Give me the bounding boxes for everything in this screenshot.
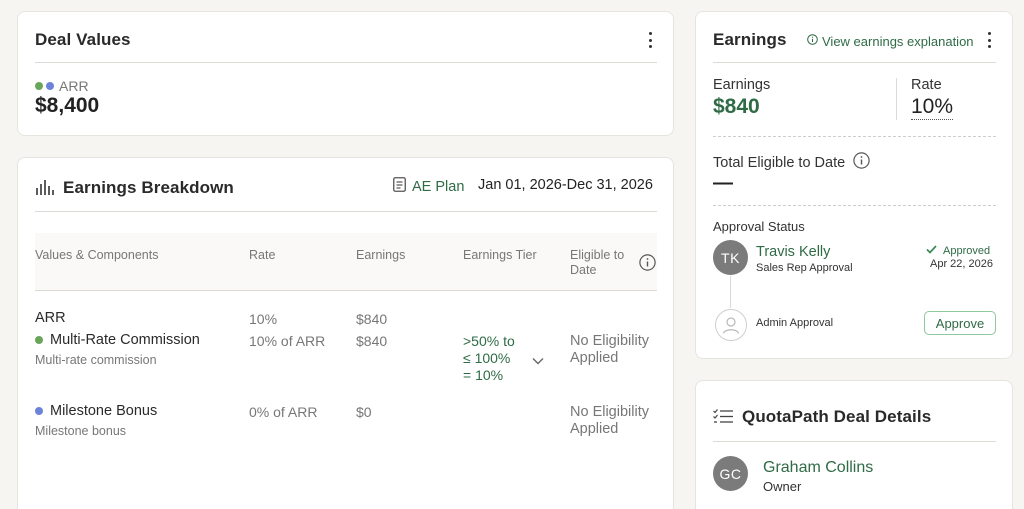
component-dot-green	[35, 336, 43, 344]
component-eligible: No Eligibility Applied	[570, 404, 649, 438]
earnings-divider	[713, 62, 996, 63]
col-header-rate: Rate	[249, 248, 276, 262]
earnings-label: Earnings	[713, 77, 771, 93]
tier-chevron-down-icon[interactable]	[532, 352, 544, 370]
component-subtitle: Milestone bonus	[35, 424, 127, 438]
avatar: GC	[713, 456, 748, 491]
earnings-menu-icon[interactable]	[981, 31, 997, 49]
deal-details-card: QuotaPath Deal Details GC Graham Collins…	[695, 380, 1013, 509]
total-eligible-label: Total Eligible to Date	[713, 152, 870, 174]
earnings-value: $840	[713, 95, 760, 118]
col-header-eligible: Eligible to Date	[570, 248, 624, 278]
plan-label: AE Plan	[412, 179, 465, 195]
arr-dot-blue	[46, 82, 54, 90]
component-name-text: Multi-Rate Commission	[50, 332, 200, 348]
component-dot-blue	[35, 407, 43, 415]
approver-role: Sales Rep Approval	[756, 262, 853, 274]
component-eligible-line1: No Eligibility	[570, 404, 649, 420]
component-subtitle: Multi-rate commission	[35, 353, 157, 367]
plan-date-range: Jan 01, 2026-Dec 31, 2026	[478, 177, 653, 193]
document-icon	[393, 177, 406, 197]
deal-values-divider	[35, 62, 657, 63]
approver-role: Admin Approval	[756, 317, 834, 329]
view-earnings-explanation-text: View earnings explanation	[822, 33, 974, 49]
earnings-tier-line2: ≤ 100%	[463, 350, 511, 366]
earnings-dashed-divider-2	[713, 205, 996, 206]
approval-connector-line	[730, 276, 731, 308]
info-icon[interactable]	[853, 152, 870, 174]
component-earnings: $0	[356, 404, 372, 420]
group-row-earnings: $840	[356, 311, 388, 327]
col-header-eligible-line1: Eligible to	[570, 248, 625, 262]
component-rate: 10% of ARR	[249, 333, 326, 349]
earnings-card: Earnings View earnings explanation Earni…	[695, 11, 1013, 359]
user-icon	[722, 317, 740, 334]
approval-date: Apr 22, 2026	[930, 258, 993, 270]
deal-values-card: Deal Values ARR $8,400	[17, 11, 674, 136]
approval-status-badge: Approved	[926, 245, 990, 257]
earnings-rate-separator	[896, 78, 897, 120]
deal-details-title: QuotaPath Deal Details	[742, 407, 932, 426]
component-eligible: No Eligibility Applied	[570, 333, 649, 367]
checkmark-icon	[926, 245, 937, 257]
arr-dot-green	[35, 82, 43, 90]
owner-name[interactable]: Graham Collins	[763, 459, 873, 477]
approve-button[interactable]: Approve	[924, 311, 996, 335]
earnings-tier: >50% to ≤ 100% = 10%	[463, 333, 515, 384]
breakdown-divider	[35, 211, 657, 212]
deal-values-title: Deal Values	[35, 30, 131, 49]
col-header-eligible-line2: Date	[570, 263, 597, 277]
earnings-tier-line1: >50% to	[463, 333, 515, 349]
rate-value[interactable]: 10%	[911, 95, 954, 120]
arr-label-text: ARR	[59, 78, 89, 94]
approval-status-text: Approved	[943, 245, 991, 257]
earnings-dashed-divider	[713, 136, 996, 137]
total-eligible-text: Total Eligible to Date	[713, 155, 846, 171]
rate-label: Rate	[911, 77, 942, 93]
owner-role: Owner	[763, 479, 802, 494]
component-name-text: Milestone Bonus	[50, 403, 158, 419]
total-eligible-value: —	[713, 172, 733, 194]
arr-metric-label: ARR	[35, 78, 89, 94]
group-row-rate: 10%	[249, 311, 278, 327]
plan-link[interactable]: AE Plan	[393, 177, 464, 197]
info-icon[interactable]	[639, 254, 656, 276]
col-header-earnings: Earnings	[356, 248, 406, 262]
col-header-tier: Earnings Tier	[463, 248, 537, 262]
group-row-name: ARR	[35, 310, 66, 326]
component-eligible-line2: Applied	[570, 421, 619, 437]
avatar: TK	[713, 240, 748, 275]
earnings-breakdown-title: Earnings Breakdown	[63, 178, 234, 197]
component-rate: 0% of ARR	[249, 404, 318, 420]
earnings-breakdown-card: Earnings Breakdown AE Plan Jan 01, 2026-…	[17, 157, 674, 509]
deal-details-divider	[713, 441, 996, 442]
earnings-card-title: Earnings	[713, 30, 787, 49]
avatar	[715, 309, 747, 341]
component-eligible-line1: No Eligibility	[570, 333, 649, 349]
component-eligible-line2: Applied	[570, 350, 619, 366]
bar-chart-icon	[35, 178, 55, 201]
arr-metric-value: $8,400	[35, 94, 100, 117]
component-row-name: Milestone Bonus	[35, 403, 157, 419]
approver-name[interactable]: Travis Kelly	[756, 244, 830, 260]
list-icon	[713, 409, 734, 429]
component-earnings: $840	[356, 333, 388, 349]
approval-status-label: Approval Status	[713, 219, 805, 234]
deal-values-menu-icon[interactable]	[642, 31, 658, 49]
view-earnings-explanation-link[interactable]: View earnings explanation	[807, 32, 974, 50]
col-header-values: Values & Components	[35, 248, 159, 262]
earnings-tier-line3: = 10%	[463, 367, 504, 383]
info-icon	[807, 32, 818, 50]
component-row-name: Multi-Rate Commission	[35, 332, 200, 348]
